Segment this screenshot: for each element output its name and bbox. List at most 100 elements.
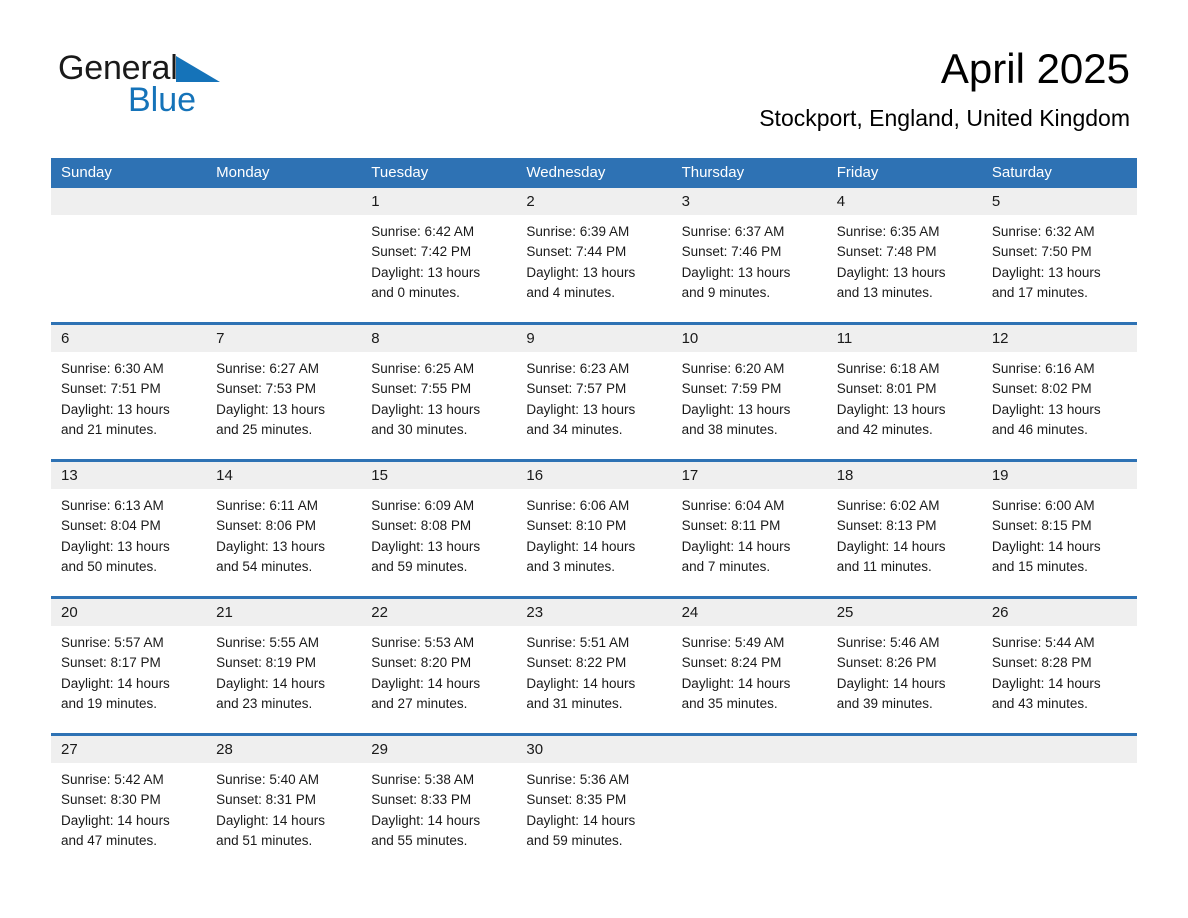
day-number[interactable]: 18: [827, 462, 982, 489]
day-number[interactable]: 20: [51, 599, 206, 626]
day-cell[interactable]: Sunrise: 5:51 AM Sunset: 8:22 PM Dayligh…: [516, 626, 671, 733]
week-date-band: 13 14 15 16 17 18 19: [51, 462, 1137, 489]
sunrise-text: Sunrise: 6:09 AM: [371, 498, 475, 513]
day-cell[interactable]: Sunrise: 6:20 AM Sunset: 7:59 PM Dayligh…: [672, 352, 827, 459]
day-number[interactable]: [982, 736, 1137, 763]
day-cell[interactable]: [51, 215, 206, 322]
day-number[interactable]: [51, 188, 206, 215]
day-number[interactable]: 26: [982, 599, 1137, 626]
daylight-text-line1: Daylight: 13 hours: [526, 401, 636, 417]
day-number[interactable]: 14: [206, 462, 361, 489]
day-cell[interactable]: Sunrise: 6:42 AM Sunset: 7:42 PM Dayligh…: [361, 215, 516, 322]
day-number[interactable]: 27: [51, 736, 206, 763]
day-cell[interactable]: Sunrise: 6:27 AM Sunset: 7:53 PM Dayligh…: [206, 352, 361, 459]
day-number[interactable]: 25: [827, 599, 982, 626]
day-cell[interactable]: Sunrise: 6:02 AM Sunset: 8:13 PM Dayligh…: [827, 489, 982, 596]
sunrise-text: Sunrise: 5:44 AM: [991, 635, 1095, 650]
day-number[interactable]: 9: [516, 325, 671, 352]
day-number[interactable]: [827, 736, 982, 763]
day-cell[interactable]: Sunrise: 5:44 AM Sunset: 8:28 PM Dayligh…: [982, 626, 1137, 733]
day-number[interactable]: 6: [51, 325, 206, 352]
page-masthead: General Blue April 2025 Stockport, Engla…: [0, 0, 1188, 152]
day-cell[interactable]: Sunrise: 5:55 AM Sunset: 8:19 PM Dayligh…: [206, 626, 361, 733]
day-cell[interactable]: Sunrise: 6:39 AM Sunset: 7:44 PM Dayligh…: [516, 215, 671, 322]
sunrise-text: Sunrise: 6:42 AM: [371, 224, 475, 239]
sunset-text: Sunset: 8:11 PM: [681, 518, 781, 534]
sunrise-text: Sunrise: 6:39 AM: [526, 224, 630, 239]
daylight-text-line2: and 15 minutes.: [991, 558, 1088, 574]
daylight-text-line1: Daylight: 13 hours: [681, 264, 791, 280]
day-number[interactable]: 7: [206, 325, 361, 352]
brand-logo[interactable]: General Blue: [58, 50, 318, 120]
day-cell[interactable]: Sunrise: 6:30 AM Sunset: 7:51 PM Dayligh…: [51, 352, 206, 459]
day-number[interactable]: 24: [672, 599, 827, 626]
day-cell[interactable]: [206, 215, 361, 322]
day-cell[interactable]: Sunrise: 6:00 AM Sunset: 8:15 PM Dayligh…: [982, 489, 1137, 596]
day-number[interactable]: 28: [206, 736, 361, 763]
daylight-text-line1: Daylight: 14 hours: [526, 812, 636, 828]
sunset-text: Sunset: 8:04 PM: [61, 518, 161, 534]
day-cell[interactable]: Sunrise: 5:40 AM Sunset: 8:31 PM Dayligh…: [206, 763, 361, 870]
day-number[interactable]: 5: [982, 188, 1137, 215]
day-number[interactable]: [672, 736, 827, 763]
day-number[interactable]: 19: [982, 462, 1137, 489]
day-number[interactable]: 12: [982, 325, 1137, 352]
sunrise-text: Sunrise: 6:11 AM: [216, 498, 318, 513]
day-cell[interactable]: Sunrise: 6:23 AM Sunset: 7:57 PM Dayligh…: [516, 352, 671, 459]
sunrise-text: Sunrise: 6:37 AM: [681, 224, 785, 239]
day-number[interactable]: 2: [516, 188, 671, 215]
day-cell[interactable]: Sunrise: 6:11 AM Sunset: 8:06 PM Dayligh…: [206, 489, 361, 596]
sunset-text: Sunset: 8:35 PM: [526, 792, 627, 808]
day-number[interactable]: 13: [51, 462, 206, 489]
day-cell[interactable]: [982, 763, 1137, 870]
day-cell[interactable]: Sunrise: 5:38 AM Sunset: 8:33 PM Dayligh…: [361, 763, 516, 870]
day-number[interactable]: 16: [516, 462, 671, 489]
day-cell[interactable]: Sunrise: 5:46 AM Sunset: 8:26 PM Dayligh…: [827, 626, 982, 733]
day-number[interactable]: 22: [361, 599, 516, 626]
sunrise-text: Sunrise: 5:55 AM: [216, 635, 319, 650]
day-cell[interactable]: Sunrise: 5:36 AM Sunset: 8:35 PM Dayligh…: [516, 763, 671, 870]
day-cell[interactable]: Sunrise: 6:16 AM Sunset: 8:02 PM Dayligh…: [982, 352, 1137, 459]
day-cell[interactable]: Sunrise: 6:13 AM Sunset: 8:04 PM Dayligh…: [51, 489, 206, 596]
day-number[interactable]: 29: [361, 736, 516, 763]
day-number[interactable]: 21: [206, 599, 361, 626]
day-cell[interactable]: Sunrise: 6:09 AM Sunset: 8:08 PM Dayligh…: [361, 489, 516, 596]
day-number[interactable]: 8: [361, 325, 516, 352]
day-number[interactable]: 10: [672, 325, 827, 352]
day-number[interactable]: [206, 188, 361, 215]
day-cell[interactable]: [672, 763, 827, 870]
day-cell[interactable]: Sunrise: 5:53 AM Sunset: 8:20 PM Dayligh…: [361, 626, 516, 733]
day-cell[interactable]: Sunrise: 6:04 AM Sunset: 8:11 PM Dayligh…: [672, 489, 827, 596]
day-number[interactable]: 1: [361, 188, 516, 215]
week-detail-band: Sunrise: 6:13 AM Sunset: 8:04 PM Dayligh…: [51, 489, 1137, 596]
day-number[interactable]: 23: [516, 599, 671, 626]
day-cell[interactable]: Sunrise: 5:57 AM Sunset: 8:17 PM Dayligh…: [51, 626, 206, 733]
daylight-text-line1: Daylight: 14 hours: [61, 812, 170, 828]
day-cell[interactable]: [827, 763, 982, 870]
day-cell[interactable]: Sunrise: 5:42 AM Sunset: 8:30 PM Dayligh…: [51, 763, 206, 870]
calendar-header-row: Sunday Monday Tuesday Wednesday Thursday…: [51, 158, 1137, 188]
day-cell[interactable]: Sunrise: 6:37 AM Sunset: 7:46 PM Dayligh…: [672, 215, 827, 322]
sunset-text: Sunset: 8:06 PM: [216, 518, 316, 534]
sunset-text: Sunset: 8:19 PM: [216, 655, 316, 671]
day-number[interactable]: 15: [361, 462, 516, 489]
day-cell[interactable]: Sunrise: 6:35 AM Sunset: 7:48 PM Dayligh…: [827, 215, 982, 322]
day-cell[interactable]: Sunrise: 6:18 AM Sunset: 8:01 PM Dayligh…: [827, 352, 982, 459]
day-number[interactable]: 4: [827, 188, 982, 215]
day-cell[interactable]: Sunrise: 6:06 AM Sunset: 8:10 PM Dayligh…: [516, 489, 671, 596]
calendar-week-row: 27 28 29 30 Sunrise: 5:42 AM Sunset: 8:3…: [51, 733, 1137, 870]
day-cell[interactable]: Sunrise: 6:32 AM Sunset: 7:50 PM Dayligh…: [982, 215, 1137, 322]
day-cell[interactable]: Sunrise: 6:25 AM Sunset: 7:55 PM Dayligh…: [361, 352, 516, 459]
day-number[interactable]: 3: [672, 188, 827, 215]
daylight-text-line2: and 9 minutes.: [681, 284, 771, 300]
day-cell[interactable]: Sunrise: 5:49 AM Sunset: 8:24 PM Dayligh…: [672, 626, 827, 733]
day-number[interactable]: 11: [827, 325, 982, 352]
day-number[interactable]: 30: [516, 736, 671, 763]
sunset-text: Sunset: 7:57 PM: [526, 381, 627, 397]
calendar-week-row: 1 2 3 4 5 Sunrise: 6:42 AM Sunset: 7:42 …: [51, 188, 1137, 322]
calendar-week-row: 20 21 22 23 24 25 26 Sunrise: 5:57 AM Su…: [51, 596, 1137, 733]
sunset-text: Sunset: 7:42 PM: [371, 244, 472, 260]
day-number[interactable]: 17: [672, 462, 827, 489]
sunrise-text: Sunrise: 6:02 AM: [836, 498, 940, 513]
weekday-header-monday: Monday: [216, 164, 270, 181]
